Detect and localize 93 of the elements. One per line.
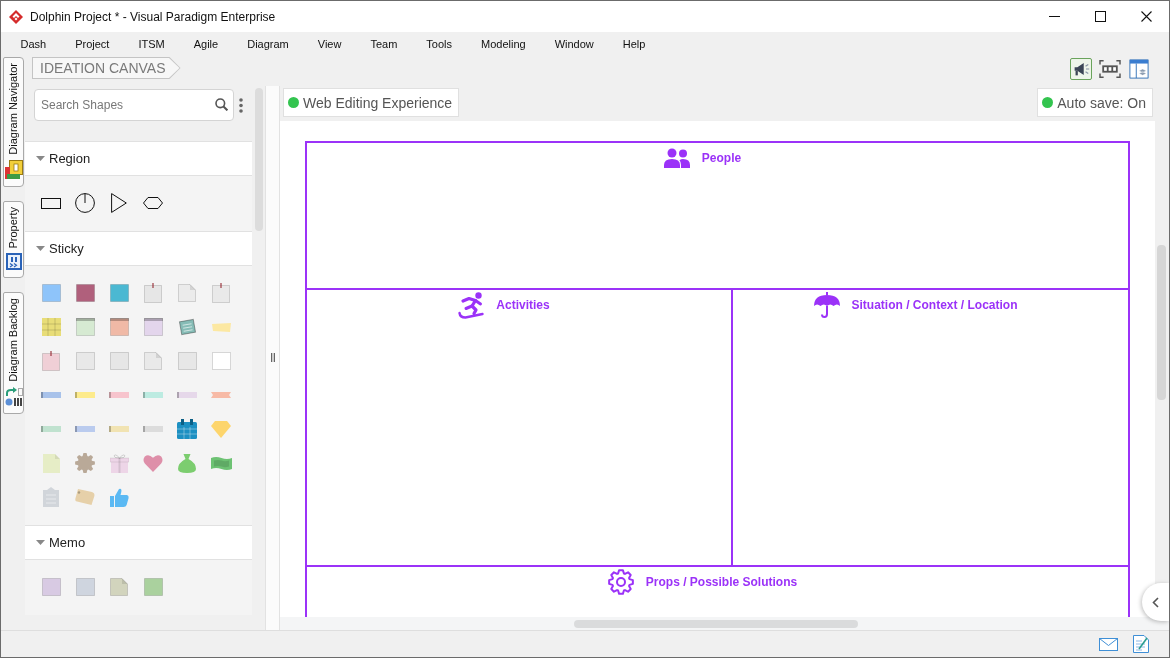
logo-icon — [9, 9, 23, 24]
menu-item[interactable]: Team — [355, 36, 412, 52]
tape-icon[interactable] — [143, 392, 163, 398]
sticky-note-icon[interactable] — [75, 284, 95, 302]
menu-item[interactable]: Window — [540, 36, 609, 52]
diamond-icon[interactable] — [211, 420, 231, 438]
curled-note-icon[interactable] — [110, 578, 128, 596]
arrow-and-bars-icon — [4, 387, 23, 407]
horizontal-scrollbar[interactable] — [280, 617, 1169, 630]
gear-icon[interactable] — [75, 453, 95, 473]
curled-note-icon[interactable] — [178, 284, 196, 302]
sticky-note-icon[interactable] — [143, 578, 163, 596]
sticky-note-icon[interactable] — [41, 284, 61, 302]
menu-item[interactable]: Modeling — [466, 36, 541, 52]
calendar-icon[interactable] — [177, 419, 197, 439]
tape-strip-icon[interactable] — [211, 322, 231, 332]
tape-icon[interactable] — [177, 392, 197, 398]
umbrella-icon — [813, 292, 840, 318]
curled-note-icon[interactable] — [144, 352, 162, 370]
tape-icon[interactable] — [143, 426, 163, 432]
side-tab[interactable]: Diagram Navigator — [3, 57, 24, 187]
region-title: Props / Possible Solutions — [645, 575, 798, 589]
tabbed-note-icon[interactable] — [75, 318, 95, 336]
tape-icon[interactable] — [41, 392, 61, 398]
tape-icon[interactable] — [109, 426, 129, 432]
people-icon — [663, 148, 690, 168]
scrollbar-thumb[interactable] — [574, 620, 858, 628]
menu-item[interactable]: Tools — [411, 36, 467, 52]
tabbed-note-icon[interactable] — [109, 318, 129, 336]
sticky-note-icon[interactable] — [109, 284, 129, 302]
menu-item[interactable]: Agile — [179, 36, 233, 52]
money-bag-icon[interactable] — [178, 453, 196, 473]
note-stack-icon[interactable] — [177, 318, 197, 336]
page-icon[interactable] — [42, 453, 60, 473]
triangle-shape-icon[interactable] — [111, 193, 127, 213]
gift-icon[interactable] — [109, 453, 129, 473]
window-title: Dolphin Project * - Visual Paradigm Enterprise — [30, 9, 276, 24]
menu-item[interactable]: Project — [60, 36, 124, 52]
tape-icon[interactable] — [109, 392, 129, 398]
section-header[interactable]: Region — [25, 141, 252, 176]
side-tab[interactable]: Diagram Backlog — [3, 292, 24, 415]
fit-frame-icon[interactable] — [1098, 58, 1122, 80]
pinned-note-icon[interactable] — [212, 283, 230, 303]
ribbon-icon[interactable] — [211, 392, 231, 398]
region-title: Situation / Context / Location — [851, 298, 1018, 312]
scrollbar-thumb[interactable] — [1157, 245, 1166, 400]
window-icon — [5, 253, 22, 271]
menu-item[interactable]: View — [303, 36, 356, 52]
pinned-note-icon[interactable] — [144, 283, 162, 303]
splitter-handle-icon[interactable] — [270, 352, 275, 362]
banknote-icon[interactable] — [210, 455, 232, 471]
pinned-note-icon[interactable] — [42, 351, 60, 371]
thumbs-up-icon[interactable] — [109, 487, 129, 507]
section-header[interactable]: Memo — [25, 525, 252, 560]
menu-item[interactable]: Dash — [6, 36, 61, 52]
status-chip[interactable]: Web Editing Experience — [283, 88, 460, 117]
status-chip[interactable]: Auto save: On — [1037, 88, 1153, 117]
menu-item[interactable]: ITSM — [123, 36, 180, 52]
status-dot-icon — [1042, 97, 1054, 108]
minimize-icon[interactable] — [1048, 16, 1060, 17]
chevron-left-icon — [1152, 596, 1159, 608]
search-field[interactable]: Search Shapes — [34, 89, 234, 121]
megaphone-icon[interactable] — [1070, 58, 1092, 80]
tape-icon[interactable] — [75, 426, 95, 432]
menu-item[interactable]: Help — [608, 36, 660, 52]
sticky-note-icon[interactable] — [41, 578, 61, 596]
region-title: People — [701, 151, 742, 165]
mail-icon[interactable] — [1099, 637, 1118, 651]
region-title: Activities — [496, 298, 550, 312]
folders-icon — [4, 159, 23, 179]
rectangle-shape-icon[interactable] — [41, 197, 61, 209]
tag-icon[interactable] — [75, 489, 95, 505]
close-icon[interactable] — [1140, 11, 1152, 22]
tape-icon[interactable] — [41, 426, 61, 432]
maximize-icon[interactable] — [1094, 11, 1106, 22]
circle-shape-icon[interactable] — [75, 193, 95, 213]
more-options-icon[interactable] — [239, 98, 243, 113]
section-header[interactable]: Sticky — [25, 231, 252, 266]
hexagon-shape-icon[interactable] — [143, 197, 163, 209]
clipboard-icon[interactable] — [43, 487, 59, 507]
document-pen-icon[interactable] — [1133, 635, 1150, 653]
menu-item[interactable]: Diagram — [232, 36, 304, 52]
gear-icon — [607, 569, 634, 595]
status-dot-icon — [288, 97, 299, 108]
lined-note-icon[interactable] — [41, 318, 61, 336]
heart-icon[interactable] — [143, 454, 163, 472]
window-layers-icon[interactable] — [1128, 58, 1150, 80]
tape-icon[interactable] — [75, 392, 95, 398]
search-icon[interactable] — [215, 98, 228, 111]
snowboarder-icon — [458, 291, 485, 319]
side-tab[interactable]: Property — [3, 200, 24, 279]
breadcrumb[interactable]: IDEATION CANVAS — [32, 57, 181, 79]
tabbed-note-icon[interactable] — [143, 318, 163, 336]
